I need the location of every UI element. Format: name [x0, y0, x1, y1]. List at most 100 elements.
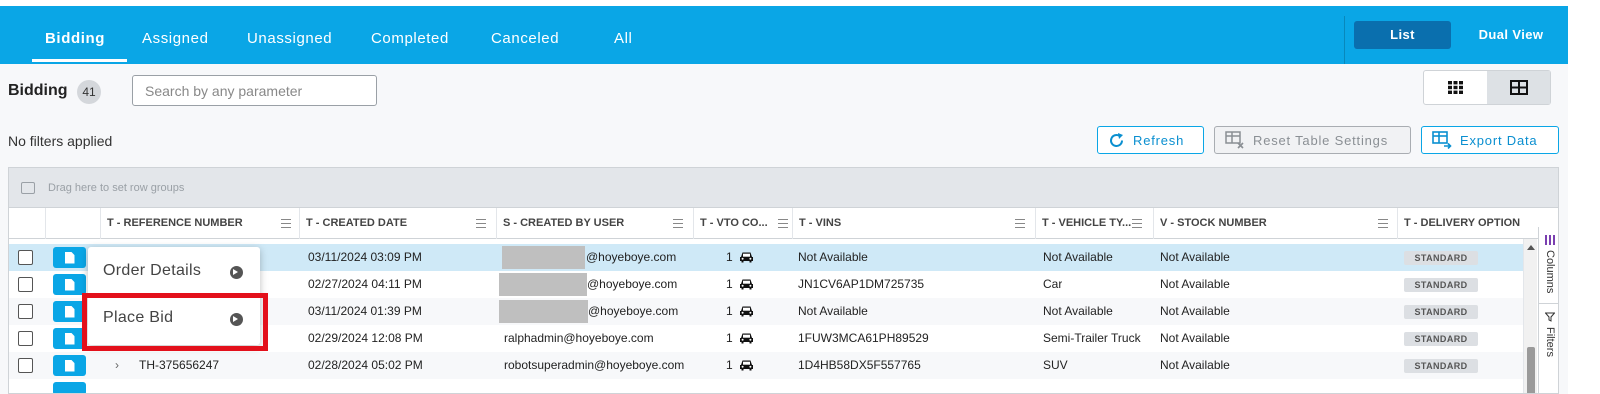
column-menu-icon[interactable]	[281, 219, 291, 228]
header-created-date[interactable]: T - CREATED DATE	[299, 208, 496, 239]
vto-count: 1	[726, 352, 754, 379]
scroll-thumb[interactable]	[1527, 347, 1535, 393]
stock-number: Not Available	[1160, 358, 1230, 372]
document-icon	[64, 359, 75, 372]
car-icon	[739, 360, 753, 371]
refresh-button[interactable]: Refresh	[1097, 126, 1204, 154]
columns-icon	[1545, 235, 1555, 245]
header-vehicle-type[interactable]: T - VEHICLE TY...	[1035, 208, 1153, 239]
row-checkbox[interactable]	[18, 331, 33, 346]
created-by-user: @hoyeboye.com	[588, 304, 679, 318]
vto-count: 1	[726, 244, 754, 271]
filters-tab-label: Filters	[1544, 327, 1556, 357]
header-action-col	[45, 208, 100, 239]
vto-count: 1	[726, 271, 754, 298]
order-details-menu-item[interactable]: Order Details	[88, 249, 260, 293]
header-checkbox-col	[9, 208, 45, 239]
header-created-by-user[interactable]: S - CREATED BY USER	[496, 208, 693, 239]
vins: JN1CV6AP1DM725735	[798, 277, 925, 291]
header-vto-count[interactable]: T - VTO CO...	[693, 208, 792, 239]
car-icon	[739, 279, 753, 290]
reset-table-icon	[1225, 131, 1244, 149]
document-icon	[64, 305, 75, 318]
active-tab-indicator	[32, 59, 127, 62]
created-date: 03/11/2024 03:09 PM	[308, 250, 422, 264]
car-icon	[739, 306, 753, 317]
created-by-user: robotsuperadmin@hoyeboye.com	[504, 358, 685, 372]
row-checkbox[interactable]	[18, 304, 33, 319]
reference-number: TH-375656247	[139, 358, 220, 372]
tab-all[interactable]: All	[614, 30, 632, 47]
filter-icon	[1545, 312, 1555, 322]
column-menu-icon[interactable]	[1378, 219, 1388, 228]
grid-header: T - REFERENCE NUMBER T - CREATED DATE S …	[9, 208, 1558, 239]
column-menu-icon[interactable]	[778, 219, 788, 228]
vins: Not Available	[798, 304, 868, 318]
stock-number: Not Available	[1160, 277, 1230, 291]
grid-icon	[1448, 81, 1463, 94]
layout-toggle	[1423, 70, 1551, 105]
refresh-icon	[1110, 132, 1123, 147]
redacted-user	[499, 273, 587, 296]
row-checkbox[interactable]	[18, 250, 33, 265]
header-delivery-option[interactable]: T - DELIVERY OPTION	[1397, 208, 1523, 239]
tab-assigned[interactable]: Assigned	[142, 30, 209, 47]
row-group-panel[interactable]: Drag here to set row groups	[9, 168, 1558, 208]
column-menu-icon[interactable]	[1015, 219, 1025, 228]
dual-view-button[interactable]: Dual View	[1464, 21, 1558, 49]
filters-panel-tab[interactable]: Filters	[1539, 304, 1558, 393]
created-by-user: @hoyeboye.com	[587, 277, 678, 291]
chevron-right-icon	[230, 266, 243, 279]
search-input[interactable]	[132, 75, 377, 106]
header-stock-number[interactable]: V - STOCK NUMBER	[1153, 208, 1397, 239]
count-badge: 41	[77, 80, 101, 104]
column-menu-icon[interactable]	[476, 219, 486, 228]
delivery-option-badge: STANDARD	[1404, 251, 1478, 265]
row-actions-button[interactable]	[53, 274, 86, 295]
tool-panel: Columns Filters	[1538, 227, 1558, 393]
top-nav-bar: Bidding Assigned Unassigned Completed Ca…	[0, 6, 1568, 64]
tab-completed[interactable]: Completed	[371, 30, 449, 47]
delivery-option-badge: STANDARD	[1404, 278, 1478, 292]
table-layout-button[interactable]	[1487, 71, 1550, 104]
vto-count: 1	[726, 298, 754, 325]
header-reference-number[interactable]: T - REFERENCE NUMBER	[100, 208, 299, 239]
export-icon	[1432, 131, 1452, 149]
header-vins[interactable]: T - VINS	[792, 208, 1035, 239]
vins: 1FUW3MCA61PH89529	[798, 331, 929, 345]
created-by-user: ralphadmin@hoyeboye.com	[504, 331, 654, 345]
table-row[interactable]: › TH-375656247 02/28/2024 05:02 PM robot…	[9, 352, 1523, 379]
stock-number: Not Available	[1160, 331, 1230, 345]
created-by-user: @hoyeboye.com	[586, 250, 677, 264]
list-view-button[interactable]: List	[1354, 21, 1451, 49]
row-checkbox[interactable]	[18, 277, 33, 292]
row-actions-button[interactable]	[53, 382, 86, 393]
column-menu-icon[interactable]	[1132, 219, 1142, 228]
vehicle-type: Not Available	[1043, 250, 1113, 264]
row-checkbox[interactable]	[18, 358, 33, 373]
document-icon	[64, 278, 75, 291]
columns-panel-tab[interactable]: Columns	[1539, 227, 1558, 303]
grid-layout-button[interactable]	[1424, 71, 1487, 104]
stock-number: Not Available	[1160, 250, 1230, 264]
created-date: 02/27/2024 04:11 PM	[308, 277, 422, 291]
vehicle-type: SUV	[1043, 358, 1068, 372]
tab-canceled[interactable]: Canceled	[491, 30, 559, 47]
tab-unassigned[interactable]: Unassigned	[247, 30, 332, 47]
row-actions-button[interactable]	[53, 355, 86, 376]
export-data-button[interactable]: Export Data	[1421, 126, 1559, 154]
vertical-scrollbar[interactable]	[1523, 239, 1537, 393]
car-icon	[739, 333, 753, 344]
tab-bidding[interactable]: Bidding	[45, 30, 105, 47]
row-group-icon	[21, 182, 35, 194]
redacted-user	[499, 300, 588, 323]
column-menu-icon[interactable]	[673, 219, 683, 228]
created-date: 02/29/2024 12:08 PM	[308, 331, 423, 345]
expand-row-chevron-icon[interactable]: ›	[115, 352, 119, 379]
vins: 1D4HB58DX5F557765	[798, 358, 921, 372]
redacted-user	[502, 246, 585, 269]
reset-table-settings-button[interactable]: Reset Table Settings	[1214, 126, 1411, 154]
scroll-up-icon[interactable]	[1527, 245, 1535, 250]
refresh-label: Refresh	[1133, 132, 1185, 148]
row-actions-button[interactable]	[53, 247, 86, 268]
